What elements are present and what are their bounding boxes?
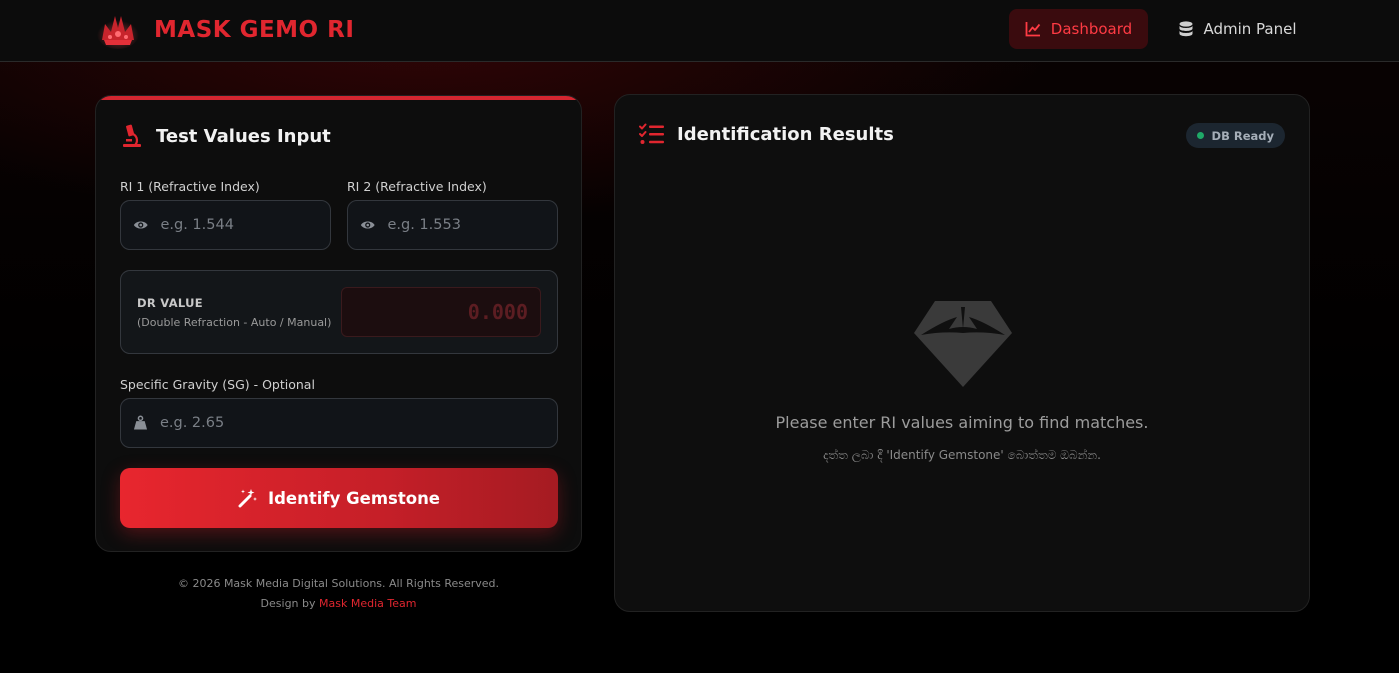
magic-wand-icon	[238, 489, 257, 508]
microscope-icon	[123, 124, 141, 147]
brand-name: MASK GEMO RI	[154, 17, 355, 43]
nav-admin-label: Admin Panel	[1203, 20, 1297, 38]
top-navbar: MASK GEMO RI Dashboard Admin Panel	[0, 0, 1399, 62]
ri1-input[interactable]	[160, 217, 330, 233]
footer-design-prefix: Design by	[260, 597, 316, 610]
ri2-field[interactable]	[347, 200, 558, 250]
weight-icon	[133, 415, 148, 430]
sg-field[interactable]	[120, 398, 558, 448]
ri1-label: RI 1 (Refractive Index)	[120, 179, 260, 194]
eye-icon	[133, 221, 148, 229]
footer-design-team-link[interactable]: Mask Media Team	[319, 597, 416, 610]
dr-value-panel: DR VALUE (Double Refraction - Auto / Man…	[120, 270, 558, 354]
identify-gemstone-label: Identify Gemstone	[267, 488, 441, 508]
card-accent-bar	[96, 96, 581, 100]
identify-gemstone-button[interactable]: Identify Gemstone	[120, 468, 558, 528]
eye-icon	[360, 221, 375, 229]
test-values-card: Test Values Input RI 1 (Refractive Index…	[95, 95, 582, 552]
dr-value-subtitle: (Double Refraction - Auto / Manual)	[137, 316, 332, 329]
crown-logo-icon	[97, 16, 139, 49]
db-status-dot	[1196, 132, 1204, 139]
db-status-label: DB Ready	[1211, 128, 1274, 143]
gem-icon	[914, 301, 1012, 387]
nav-dashboard-label: Dashboard	[1050, 20, 1133, 38]
database-icon	[1179, 21, 1193, 37]
ri1-field[interactable]	[120, 200, 331, 250]
dr-value-display[interactable]: 0.000	[341, 287, 541, 337]
list-check-icon	[639, 123, 664, 144]
ri2-label: RI 2 (Refractive Index)	[347, 179, 487, 194]
nav-admin-panel-button[interactable]: Admin Panel	[1170, 9, 1306, 49]
empty-state-hint: දත්ත ලබා දී 'Identify Gemstone' බොත්තම ඔ…	[823, 448, 1101, 462]
test-values-title-text: Test Values Input	[156, 125, 331, 147]
sg-label: Specific Gravity (SG) - Optional	[120, 377, 315, 392]
chart-line-icon	[1025, 22, 1040, 37]
empty-state-message: Please enter RI values aiming to find ma…	[775, 413, 1149, 432]
ri2-input[interactable]	[387, 217, 557, 233]
dr-value-title: DR VALUE	[137, 296, 203, 310]
db-status-badge: DB Ready	[1185, 123, 1285, 148]
brand[interactable]: MASK GEMO RI	[96, 10, 354, 50]
identification-results-title: Identification Results	[639, 123, 894, 145]
test-values-title: Test Values Input	[120, 124, 331, 148]
footer-copyright: © 2026 Mask Media Digital Solutions. All…	[177, 577, 500, 590]
identification-results-card: Identification Results DB Ready Please e…	[614, 94, 1310, 612]
sg-input[interactable]	[159, 415, 557, 431]
footer-design-credit: Design by Mask Media Team	[95, 597, 582, 610]
nav-dashboard-button[interactable]: Dashboard	[1009, 9, 1148, 49]
identification-results-title-text: Identification Results	[677, 123, 894, 145]
